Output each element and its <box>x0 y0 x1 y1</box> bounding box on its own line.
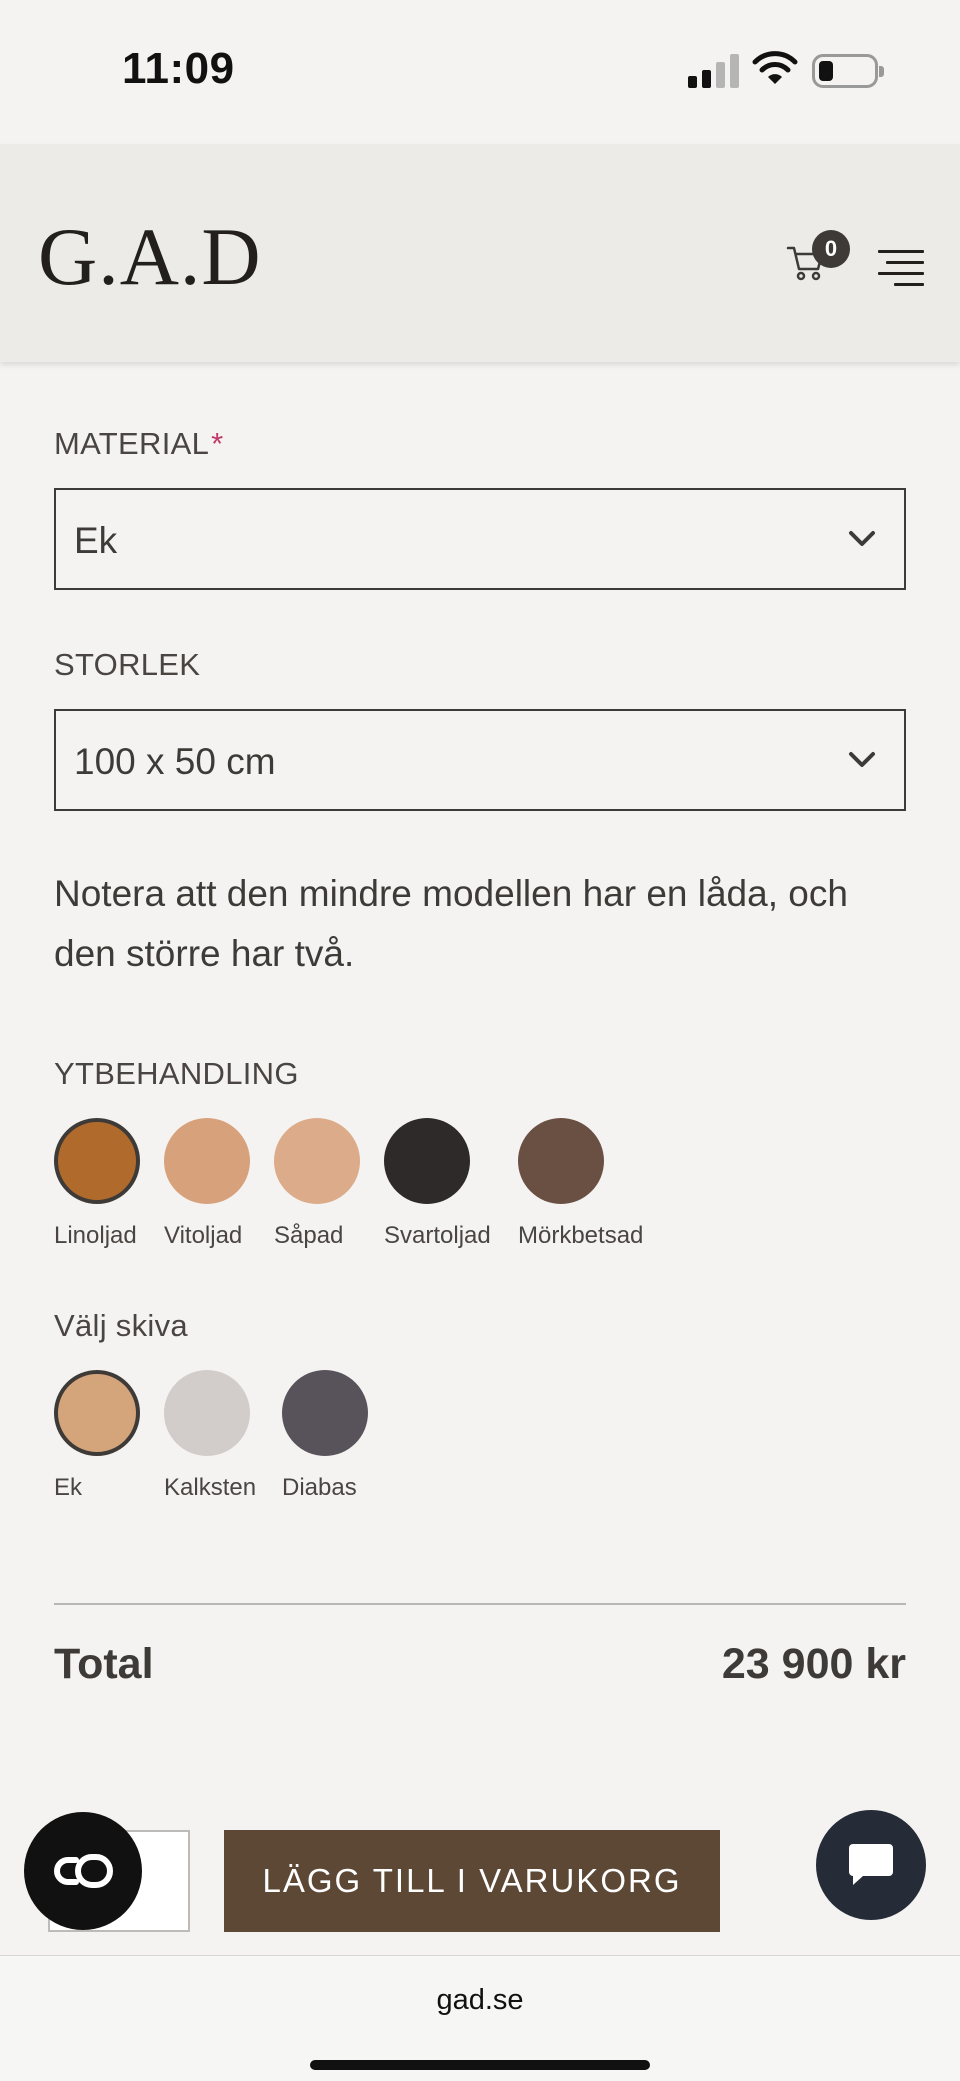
total-price: 23 900 kr <box>721 1640 906 1688</box>
size-note: Notera att den mindre modellen har en lå… <box>54 873 848 974</box>
swatch-label: Mörkbetsad <box>518 1222 644 1249</box>
swatch-circle <box>54 1370 140 1456</box>
browser-bar: gad.se <box>0 1955 960 2081</box>
total-label: Total <box>54 1640 154 1688</box>
battery-level <box>819 61 833 81</box>
swatch-label: Kalksten <box>164 1474 257 1501</box>
url-bar[interactable]: gad.se <box>0 1984 960 2017</box>
divider <box>54 1603 906 1605</box>
material-select[interactable]: Ek <box>54 488 906 590</box>
swatch-label: Såpad <box>274 1222 344 1249</box>
size-select-value: 100 x 50 cm <box>74 741 276 782</box>
swatch-circle <box>164 1118 250 1204</box>
signal-icon <box>688 52 740 88</box>
swatch-label: Vitoljad <box>164 1222 243 1249</box>
swatch-label: Linoljad <box>54 1222 137 1249</box>
swatch-circle <box>282 1370 368 1456</box>
top-label: Välj skiva <box>54 1308 188 1343</box>
finish-option-linoljad[interactable]: Linoljad <box>54 1118 140 1249</box>
material-select-value: Ek <box>74 520 118 561</box>
status-bar: 11:09 <box>0 0 960 144</box>
cart-button[interactable]: 0 <box>780 224 850 294</box>
chevron-down-icon <box>849 752 875 767</box>
chat-icon <box>849 1844 893 1885</box>
menu-icon[interactable] <box>878 250 924 290</box>
material-label: MATERIAL* <box>54 426 224 462</box>
site-header: G.A.D 0 <box>0 144 960 362</box>
add-to-cart-button[interactable]: LÄGG TILL I VARUKORG <box>224 1830 720 1932</box>
wifi-icon <box>752 48 798 88</box>
swatch-label: Svartoljad <box>384 1222 491 1249</box>
swatch-circle <box>54 1118 140 1204</box>
swatch-label: Ek <box>54 1474 83 1501</box>
battery-icon <box>812 54 884 88</box>
finish-label: YTBEHANDLING <box>54 1056 299 1091</box>
home-indicator[interactable] <box>310 2060 650 2070</box>
size-label: STORLEK <box>54 647 201 682</box>
material-label-text: MATERIAL <box>54 426 210 461</box>
swatch-circle <box>518 1118 604 1204</box>
top-option-ek[interactable]: Ek <box>54 1370 140 1501</box>
finish-option-sapad[interactable]: Såpad <box>274 1118 360 1249</box>
accessibility-icon <box>54 1854 113 1888</box>
finish-option-morkbetsad[interactable]: Mörkbetsad <box>518 1118 643 1249</box>
cart-count-badge: 0 <box>812 230 850 268</box>
swatch-label: Diabas <box>282 1474 357 1501</box>
top-option-kalksten[interactable]: Kalksten <box>164 1370 256 1501</box>
swatch-circle <box>384 1118 470 1204</box>
status-time: 11:09 <box>122 44 235 93</box>
finish-option-vitoljad[interactable]: Vitoljad <box>164 1118 250 1249</box>
finish-option-svartoljad[interactable]: Svartoljad <box>384 1118 491 1249</box>
swatch-circle <box>274 1118 360 1204</box>
chevron-down-icon <box>849 531 875 546</box>
top-option-diabas[interactable]: Diabas <box>282 1370 368 1501</box>
accessibility-button[interactable] <box>24 1812 142 1930</box>
required-star: * <box>211 426 224 461</box>
logo[interactable]: G.A.D <box>38 210 262 304</box>
size-select[interactable]: 100 x 50 cm <box>54 709 906 811</box>
swatch-circle <box>164 1370 250 1456</box>
chat-button[interactable] <box>816 1810 926 1920</box>
